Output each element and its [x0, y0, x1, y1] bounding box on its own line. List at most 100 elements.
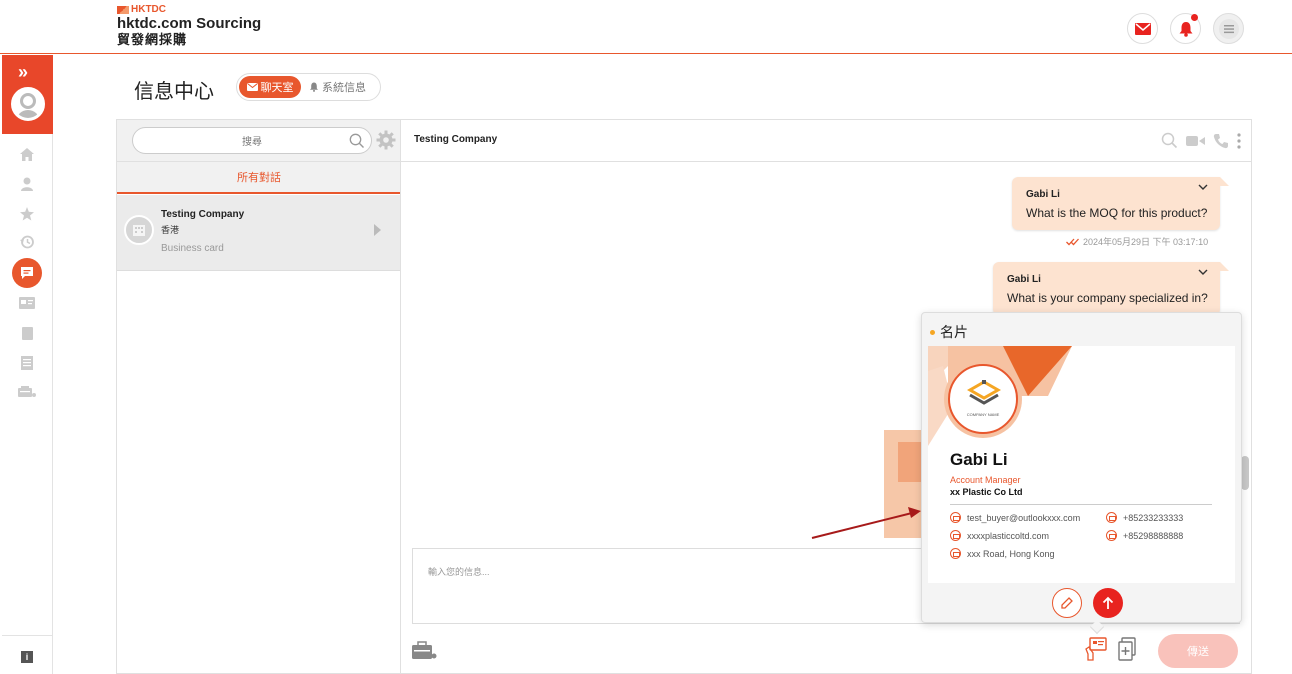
shop-icon: [18, 386, 36, 397]
card-website-text: xxxxplasticcoltd.com: [967, 530, 1050, 541]
chat-toolbar: 傳送: [401, 628, 1251, 673]
search-icon[interactable]: [1161, 132, 1178, 149]
business-card-popup: 名片 COMPANY NAME Gabi Li Account Manager …: [921, 312, 1242, 635]
phone-icon[interactable]: [1213, 133, 1229, 149]
folder-icon: [21, 326, 33, 340]
gear-icon[interactable]: [376, 130, 396, 150]
logo-small-text: HKTDC: [131, 4, 166, 15]
card-role: Account Manager: [950, 475, 1021, 485]
avatar-head: [20, 93, 36, 109]
nav-history[interactable]: [14, 229, 40, 255]
mobile-icon: [1106, 530, 1117, 541]
card-phone1: +85233233333: [1106, 512, 1183, 523]
expand-icon[interactable]: »: [18, 63, 28, 81]
brand-title: hktdc.com Sourcing: [117, 15, 262, 32]
message-bubble[interactable]: Gabi Li What is the MOQ for this product…: [1012, 177, 1220, 230]
tab-all-conversations[interactable]: 所有對話: [117, 162, 401, 194]
brand-logo[interactable]: HKTDC hktdc.com Sourcing 貿發網採購: [117, 4, 261, 47]
card-company: xx Plastic Co Ltd: [950, 487, 1023, 497]
user-avatar[interactable]: [11, 87, 45, 121]
chat-header: Testing Company: [401, 120, 1251, 162]
nav-divider: [2, 635, 53, 636]
message-placeholder: 輸入您的信息...: [428, 567, 490, 577]
card-website: xxxxplasticcoltd.com: [950, 530, 1049, 541]
chevron-down-icon[interactable]: [1198, 184, 1208, 190]
notification-button[interactable]: [1170, 13, 1201, 44]
video-call-icon[interactable]: [1186, 135, 1205, 147]
building-icon: [133, 225, 145, 236]
nav-home[interactable]: [14, 141, 40, 167]
popup-title-text: 名片: [940, 324, 968, 340]
conversation-location: 香港: [161, 225, 180, 235]
title-dot: [930, 329, 935, 335]
mail-icon: [1134, 22, 1151, 35]
card-email-text: test_buyer@outlookxxx.com: [967, 512, 1081, 523]
mail-button[interactable]: [1127, 13, 1158, 44]
send-button[interactable]: 傳送: [1158, 634, 1238, 668]
card-address: xxx Road, Hong Kong: [950, 548, 1055, 559]
business-card-message[interactable]: [884, 430, 924, 538]
message-bubble[interactable]: Gabi Li What is your company specialized…: [993, 262, 1220, 315]
conversation-preview: Business card: [161, 243, 224, 254]
message-tabs: 聊天室 系統信息: [236, 73, 381, 101]
more-vertical-icon[interactable]: [1237, 132, 1241, 149]
timestamp-text: 2024年05月29日 下午 03:17:10: [1083, 237, 1209, 247]
nav-folder[interactable]: [14, 320, 40, 346]
double-check-icon: [1066, 238, 1079, 245]
chat-title: Testing Company: [414, 134, 498, 145]
search-icon[interactable]: [349, 133, 365, 149]
company-avatar: [124, 215, 154, 245]
nav-messages[interactable]: [12, 258, 42, 288]
nav-list[interactable]: [14, 350, 40, 376]
scrollbar-thumb[interactable]: [1241, 456, 1249, 490]
card-icon: [19, 297, 35, 309]
tab-chatroom[interactable]: 聊天室: [239, 76, 301, 98]
file-add-icon[interactable]: [1118, 637, 1138, 661]
nav-cards[interactable]: [14, 290, 40, 316]
star-icon: [20, 207, 34, 221]
page-title: 信息中心: [134, 81, 214, 103]
nav-header: »: [2, 55, 53, 134]
nav-favorites[interactable]: [14, 201, 40, 227]
top-header: HKTDC hktdc.com Sourcing 貿發網採購: [0, 0, 1292, 54]
menu-icon: [1218, 18, 1239, 39]
info-icon[interactable]: i: [21, 651, 33, 663]
user-icon: [21, 177, 33, 191]
message-text: What is the MOQ for this product?: [1026, 206, 1208, 220]
logo-small: HKTDC: [117, 4, 261, 15]
phone-icon: [1106, 512, 1117, 523]
card-phone1-text: +85233233333: [1123, 512, 1184, 523]
brand-subtitle: 貿發網採購: [117, 32, 188, 47]
search-input[interactable]: 搜尋: [132, 127, 372, 154]
tab-system-messages[interactable]: 系統信息: [309, 76, 366, 98]
menu-button[interactable]: [1213, 13, 1244, 44]
bubble-tail: [1220, 262, 1229, 271]
nav-profile[interactable]: [14, 171, 40, 197]
conversation-name: Testing Company: [161, 209, 245, 220]
flag-icon: [117, 5, 129, 14]
card-name: Gabi Li: [950, 450, 1008, 469]
attach-product-icon[interactable]: [411, 640, 437, 660]
envelope-icon: [246, 83, 258, 91]
nav-shop[interactable]: [14, 379, 40, 405]
card-email: test_buyer@outlookxxx.com: [950, 512, 1080, 523]
conversation-list-panel: 搜尋 所有對話 Testing Company 香港 Business card: [116, 119, 401, 674]
conversation-item[interactable]: Testing Company 香港 Business card: [117, 195, 401, 271]
company-logo-icon: [967, 380, 1001, 405]
card-phone2: +85298888888: [1106, 530, 1183, 541]
tab-chatroom-label: 聊天室: [260, 82, 294, 94]
history-icon: [20, 235, 34, 249]
company-logo: COMPANY NAME: [948, 364, 1018, 434]
business-card-icon[interactable]: [1085, 637, 1107, 661]
message-text: What is your company specialized in?: [1007, 291, 1208, 305]
search-placeholder: 搜尋: [242, 137, 262, 148]
chevron-down-icon[interactable]: [1198, 269, 1208, 275]
send-card-button[interactable]: [1093, 588, 1123, 618]
search-row: 搜尋: [117, 120, 401, 162]
list-icon: [21, 356, 33, 370]
bubble-tail: [1220, 177, 1229, 186]
home-icon: [20, 147, 34, 161]
left-nav: » i: [0, 55, 53, 674]
popup-title: 名片: [930, 322, 968, 342]
edit-card-button[interactable]: [1052, 588, 1082, 618]
